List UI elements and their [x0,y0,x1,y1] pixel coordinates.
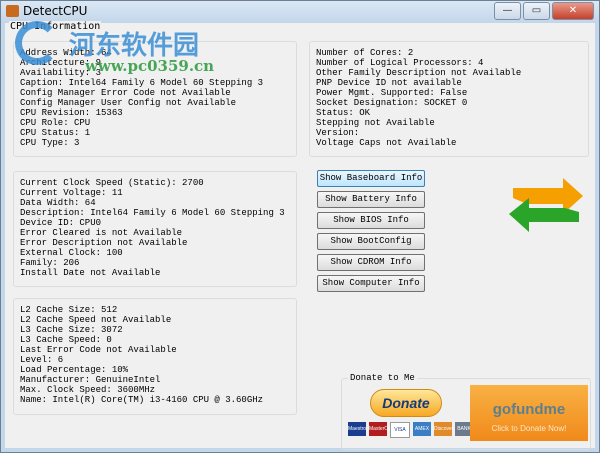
show-computer-info-button[interactable]: Show Computer Info [317,275,425,292]
show-bios-info-button[interactable]: Show BIOS Info [317,212,425,229]
show-bootconfig-button[interactable]: Show BootConfig [317,233,425,250]
window-title: DetectCPU [23,4,88,18]
show-baseboard-info-button[interactable]: Show Baseboard Info [317,170,425,187]
app-window: DetectCPU — ▭ ✕ CPU Information Address … [0,0,600,453]
maximize-button[interactable]: ▭ [523,2,550,20]
paypal-donate-button[interactable]: Donate [370,389,442,417]
show-battery-info-button[interactable]: Show Battery Info [317,191,425,208]
cpu-info-panel-4: L2 Cache Size: 512 L2 Cache Speed not Av… [13,298,297,415]
minimize-button[interactable]: — [494,2,521,20]
client-area: CPU Information Address Width: 64 Archit… [5,21,595,450]
show-cdrom-info-button[interactable]: Show CDROM Info [317,254,425,271]
amex-icon: AMEX [413,422,431,436]
cpu-info-panel-1: Address Width: 64 Architecture: 9 Availa… [13,41,297,157]
title-bar: DetectCPU — ▭ ✕ [1,1,599,23]
close-button[interactable]: ✕ [552,2,594,20]
donate-label: Donate to Me [348,373,417,383]
gofundme-button[interactable]: gofundme Click to Donate Now! [470,385,588,441]
maestro-icon: Maestro [348,422,366,436]
discover-icon: Discover [434,422,453,436]
cpu-info-panel-2: Number of Cores: 2 Number of Logical Pro… [309,41,589,157]
cpu-info-panel-3: Current Clock Speed (Static): 2700 Curre… [13,171,297,287]
payment-cards: Maestro MasterCard VISA AMEX Discover BA… [348,422,473,438]
app-icon [6,5,19,17]
mastercard-icon: MasterCard [369,422,395,436]
gofundme-subtext: Click to Donate Now! [491,424,567,433]
visa-icon: VISA [390,422,410,438]
donate-group: Donate to Me Donate Maestro MasterCard V… [341,373,591,450]
group-label: CPU Information [9,21,102,32]
refresh-arrows-icon [509,178,583,232]
gofundme-logo: gofundme [492,401,566,418]
